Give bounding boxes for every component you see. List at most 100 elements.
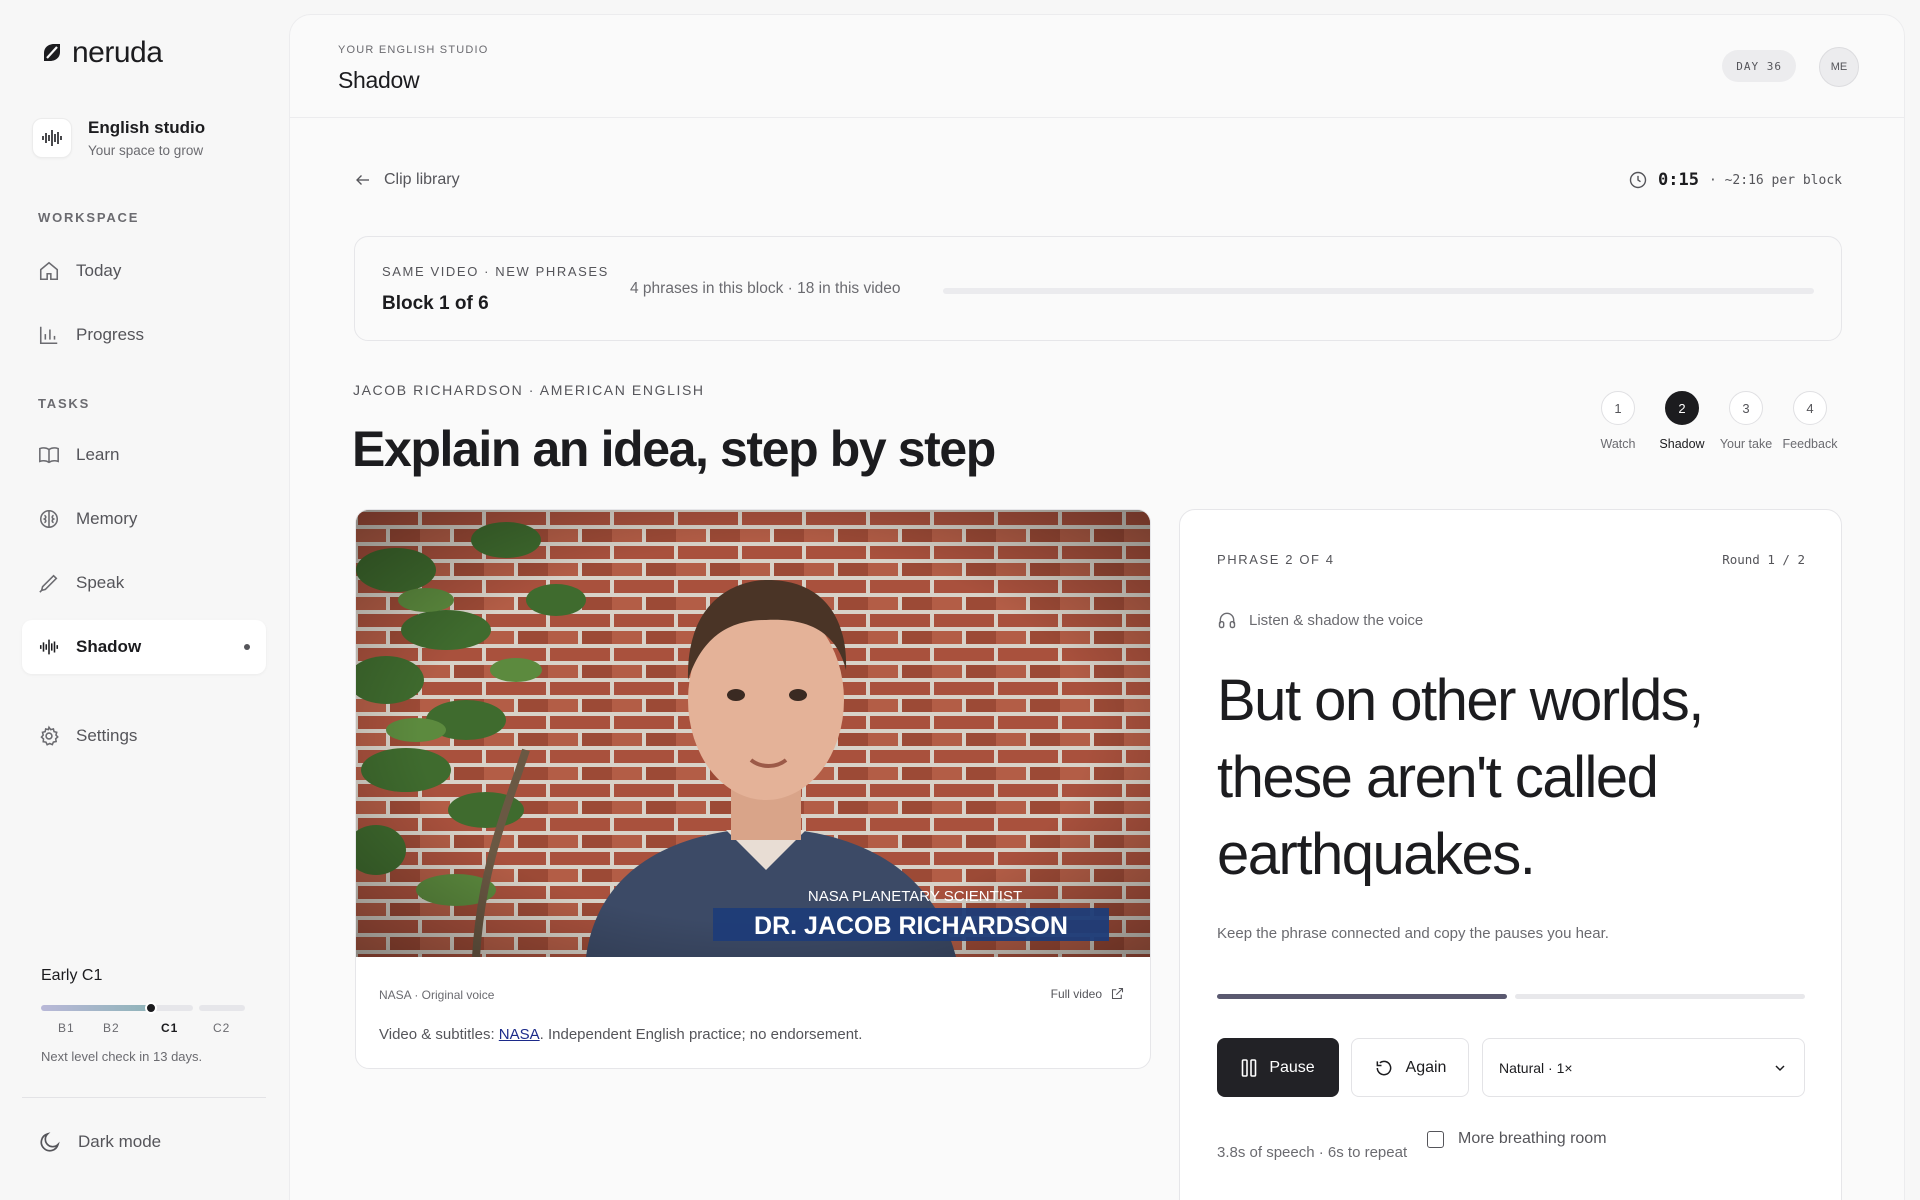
breathing-room-label: More breathing room xyxy=(1458,1130,1607,1147)
block-info: 4 phrases in this block · 18 in this vid… xyxy=(630,280,901,297)
gear-icon xyxy=(40,725,59,746)
waveform-icon xyxy=(32,118,72,158)
sidebar-item-label: Today xyxy=(76,261,122,280)
page-title: Shadow xyxy=(338,67,420,93)
again-button[interactable]: Again xyxy=(1351,1038,1469,1097)
level-labels: B1 B2 C1 C2 xyxy=(41,1021,251,1039)
level-note: Next level check in 13 days. xyxy=(41,1049,203,1064)
step-shadow[interactable]: 2 Shadow xyxy=(1650,391,1714,451)
top-bar: YOUR ENGLISH STUDIO Shadow DAY 36 ME xyxy=(290,15,1904,118)
step-indicator: 1 Watch 2 Shadow 3 Your take 4 Feedback xyxy=(1586,391,1842,451)
block-progress-bar xyxy=(943,288,1814,294)
step-feedback[interactable]: 4 Feedback xyxy=(1778,391,1842,451)
level-label-c2: C2 xyxy=(213,1021,231,1035)
credits-link[interactable]: NASA xyxy=(499,1026,540,1043)
day-badge: DAY 36 xyxy=(1722,50,1796,82)
sidebar-item-label: Learn xyxy=(76,445,120,464)
sidebar-item-learn[interactable]: Learn xyxy=(22,428,266,482)
studio-title: English studio xyxy=(88,118,206,137)
pause-label: Pause xyxy=(1269,1058,1315,1076)
sidebar-item-label: Settings xyxy=(76,726,138,745)
level-thumb xyxy=(145,1002,157,1014)
phrase-card: PHRASE 2 OF 4 Round 1 / 2 Listen & shado… xyxy=(1179,509,1842,1200)
level-label-b2: B2 xyxy=(103,1021,120,1035)
step-your-take[interactable]: 3 Your take xyxy=(1714,391,1778,451)
main-panel: YOUR ENGLISH STUDIO Shadow DAY 36 ME Cli… xyxy=(289,14,1905,1200)
level-segment-filled xyxy=(41,1005,151,1011)
external-link-icon xyxy=(1111,987,1124,1000)
waveform-icon xyxy=(39,639,59,655)
level-label-b1: B1 xyxy=(58,1021,75,1035)
full-video-label: Full video xyxy=(1050,986,1102,1001)
sidebar-item-memory[interactable]: Memory xyxy=(22,492,266,546)
again-label: Again xyxy=(1405,1058,1447,1076)
brain-icon xyxy=(39,509,59,529)
video-card: NASA PLANETARY SCIENTIST DR. JACOB RICHA… xyxy=(355,509,1151,1069)
lower-third-name: DR. JACOB RICHARDSON xyxy=(754,912,1068,940)
breathing-room-checkbox[interactable] xyxy=(1427,1130,1444,1148)
step-number: 1 xyxy=(1601,391,1635,425)
block-progress-card: SAME VIDEO · NEW PHRASES Block 1 of 6 4 … xyxy=(354,236,1842,341)
breathing-room-option[interactable]: More breathing room xyxy=(1427,1130,1607,1148)
studio-subtitle: Your space to grow xyxy=(88,143,204,158)
round-counter: Round 1 / 2 xyxy=(1722,552,1805,567)
sidebar-divider xyxy=(22,1097,266,1098)
step-label: Your take xyxy=(1719,437,1773,451)
level-label-c1: C1 xyxy=(161,1021,179,1035)
credits: Video & subtitles: NASA. Independent Eng… xyxy=(379,1026,862,1043)
dark-mode-label: Dark mode xyxy=(78,1132,162,1151)
phrase-text: But on other worlds, these aren't called… xyxy=(1217,668,1704,887)
step-number: 2 xyxy=(1665,391,1699,425)
book-icon xyxy=(39,447,59,464)
round-progress-2 xyxy=(1515,994,1805,999)
sidebar-item-label: Shadow xyxy=(76,637,142,656)
listen-label: Listen & shadow the voice xyxy=(1249,611,1424,629)
sidebar-item-shadow[interactable]: Shadow xyxy=(22,620,266,674)
level-title: Early C1 xyxy=(41,967,103,984)
credits-suffix: . Independent English practice; no endor… xyxy=(539,1026,863,1043)
studio-switcher[interactable]: English studio Your space to grow xyxy=(32,118,205,158)
moon-icon xyxy=(40,1132,60,1152)
speed-value: Natural · 1× xyxy=(1499,1059,1573,1076)
pause-button[interactable]: Pause xyxy=(1217,1038,1339,1097)
app-name: neruda xyxy=(72,36,163,69)
home-icon xyxy=(39,261,59,281)
step-watch[interactable]: 1 Watch xyxy=(1586,391,1650,451)
step-label: Shadow xyxy=(1659,437,1705,451)
step-number: 4 xyxy=(1793,391,1827,425)
replay-icon xyxy=(1376,1060,1391,1075)
sidebar-item-settings[interactable]: Settings xyxy=(22,709,266,763)
pen-icon xyxy=(39,574,58,593)
app-logo[interactable]: neruda xyxy=(40,36,163,70)
dark-mode-toggle[interactable]: Dark mode xyxy=(38,1130,161,1154)
headphones-icon xyxy=(1218,612,1236,629)
sidebar-item-today[interactable]: Today xyxy=(22,244,266,298)
avatar[interactable]: ME xyxy=(1819,47,1859,87)
round-progress-1 xyxy=(1217,994,1507,999)
sidebar-item-label: Progress xyxy=(76,325,145,344)
clip-headline: Explain an idea, step by step xyxy=(352,421,996,477)
credits-prefix: Video & subtitles: xyxy=(379,1026,499,1043)
tasks-heading: TASKS xyxy=(38,396,91,411)
sidebar: neruda English studio Your space to grow… xyxy=(0,0,288,1200)
page-kicker: YOUR ENGLISH STUDIO xyxy=(338,44,489,56)
clock-icon xyxy=(1629,171,1647,189)
speed-select[interactable]: Natural · 1× xyxy=(1482,1038,1805,1097)
back-to-clip-library[interactable]: Clip library xyxy=(354,171,460,189)
session-timer: 0:15 · ~2:16 per block xyxy=(1628,170,1842,190)
active-indicator-dot xyxy=(244,644,250,650)
sidebar-item-label: Speak xyxy=(76,573,125,592)
chevron-down-icon xyxy=(1775,1064,1785,1071)
video-player[interactable]: NASA PLANETARY SCIENTIST DR. JACOB RICHA… xyxy=(356,510,1150,957)
back-label: Clip library xyxy=(384,171,460,188)
sidebar-item-progress[interactable]: Progress xyxy=(22,308,266,362)
speech-note: 3.8s of speech · 6s to repeat xyxy=(1217,1144,1408,1161)
chart-icon xyxy=(39,326,58,345)
phrase-kicker: PHRASE 2 OF 4 xyxy=(1217,552,1335,567)
sidebar-item-speak[interactable]: Speak xyxy=(22,556,266,610)
level-segment xyxy=(151,1005,193,1011)
video-frame: NASA PLANETARY SCIENTIST DR. JACOB RICHA… xyxy=(356,510,1150,957)
full-video-link[interactable]: Full video xyxy=(1051,986,1125,1001)
timer-per-block: · ~2:16 per block xyxy=(1708,172,1842,188)
workspace-heading: WORKSPACE xyxy=(38,210,140,225)
